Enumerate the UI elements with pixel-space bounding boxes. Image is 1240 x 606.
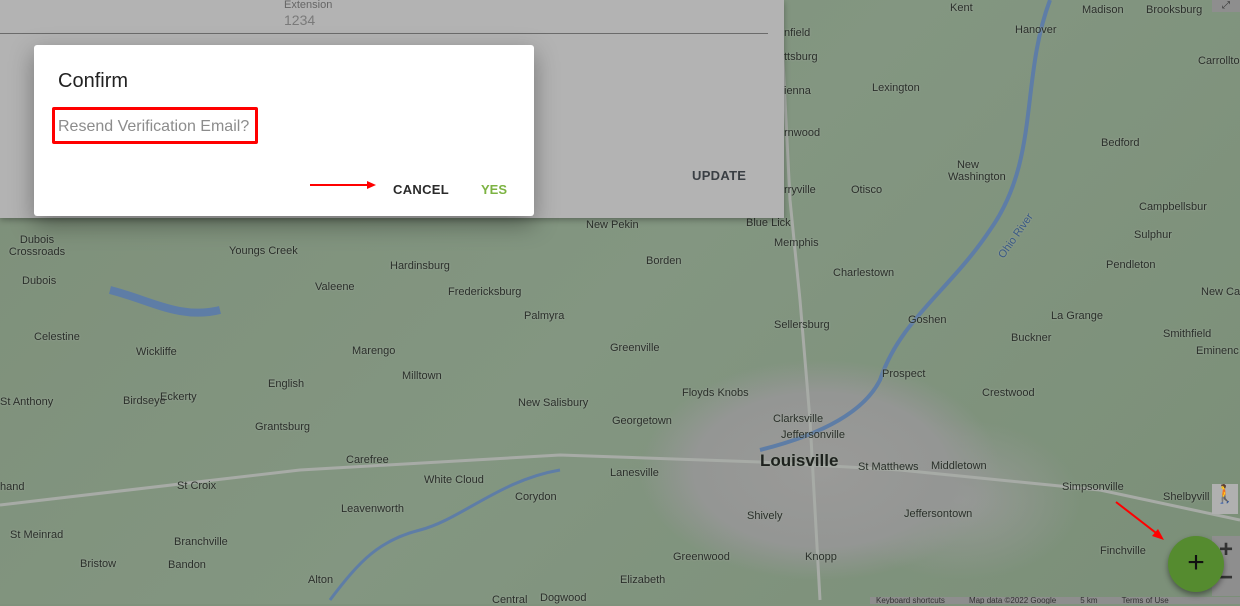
map-label: rnwood <box>784 127 821 139</box>
map-label: Marengo <box>352 345 396 357</box>
map-label: Eckerty <box>160 391 197 403</box>
map-label: Carefree <box>346 454 389 466</box>
map-label: Knopp <box>805 551 837 563</box>
map-data-attribution: Map data ©2022 Google <box>968 597 1057 604</box>
dialog-message: Resend Verification Email? <box>58 118 250 135</box>
map-label: Buckner <box>1011 332 1052 344</box>
map-label: Jeffersontown <box>904 508 973 520</box>
confirm-dialog: Confirm Resend Verification Email? CANCE… <box>34 45 534 216</box>
map-label: Lexington <box>872 82 920 94</box>
map-label: English <box>268 378 305 390</box>
map-label: rryville <box>784 184 816 196</box>
field-underline <box>0 33 768 34</box>
map-label: Kent <box>950 2 973 14</box>
map-scale[interactable]: 5 km <box>1080 597 1097 604</box>
map-label: Memphis <box>774 237 819 249</box>
map-label: Valeene <box>315 281 355 293</box>
yes-button[interactable]: YES <box>481 182 507 197</box>
map-label: Dubois Crossroads <box>8 234 66 258</box>
cancel-button[interactable]: CANCEL <box>393 182 449 197</box>
map-label: Sulphur <box>1134 229 1172 241</box>
map-label: Central <box>492 594 528 606</box>
map-label: Youngs Creek <box>229 245 298 257</box>
map-label: ttsburg <box>784 51 818 63</box>
fullscreen-button[interactable]: ⤢ <box>1212 0 1240 12</box>
map-label: Carrollto <box>1198 55 1240 67</box>
map-label: nfield <box>784 27 811 39</box>
map-label: Celestine <box>34 331 80 343</box>
map-label: Fredericksburg <box>448 286 522 298</box>
map-label: White Cloud <box>424 474 484 486</box>
map-label: Shively <box>747 510 783 522</box>
map-label: St Matthews <box>858 461 919 473</box>
map-label: Sellersburg <box>774 319 830 331</box>
map-label: St Meinrad <box>10 529 64 541</box>
map-label: Lanesville <box>610 467 659 479</box>
map-label: Palmyra <box>524 310 565 322</box>
map-label: Pendleton <box>1106 259 1156 271</box>
map-label: Bandon <box>168 559 206 571</box>
map-label: Floyds Knobs <box>682 387 749 399</box>
map-label: Hardinsburg <box>390 260 450 272</box>
map-label: Leavenworth <box>341 503 404 515</box>
map-label: Charlestown <box>833 267 895 279</box>
map-label: Brooksburg <box>1146 4 1203 16</box>
map-label: Greenwood <box>673 551 730 563</box>
annotation-arrow <box>1115 501 1164 540</box>
map-label: Bristow <box>80 558 117 570</box>
map-label: Blue Lick <box>746 217 791 229</box>
map-label: Simpsonville <box>1062 481 1124 493</box>
map-label: Prospect <box>882 368 926 380</box>
map-label: Branchville <box>174 536 228 548</box>
map-label: New Washington <box>948 159 1006 183</box>
map-footer: Keyboard shortcuts Map data ©2022 Google… <box>870 597 1240 604</box>
map-label: Smithfield <box>1163 328 1212 340</box>
street-view-pegman-icon[interactable]: 🚶 <box>1212 484 1238 514</box>
map-label: New Salisbury <box>518 397 589 409</box>
map-label: Milltown <box>402 370 442 382</box>
map-label: St Anthony <box>0 396 54 408</box>
annotation-arrow <box>310 181 376 189</box>
map-label: New Ca <box>1201 286 1240 298</box>
keyboard-shortcuts-link[interactable]: Keyboard shortcuts <box>876 597 945 604</box>
map-label: Jeffersonville <box>781 429 845 441</box>
add-button[interactable]: + <box>1168 536 1224 592</box>
map-label: Goshen <box>908 314 947 326</box>
extension-label: Extension <box>284 0 333 11</box>
map-label: Wickliffe <box>136 346 177 358</box>
extension-field[interactable]: 1234 <box>284 12 315 28</box>
map-label: Madison <box>1082 4 1124 16</box>
map-label: Greenville <box>610 342 660 354</box>
map-label: Corydon <box>515 491 557 503</box>
map-label: hand <box>0 481 25 493</box>
map-label: Crestwood <box>982 387 1035 399</box>
map-label: St Croix <box>177 480 217 492</box>
map-label: Grantsburg <box>255 421 311 433</box>
map-label: Bedford <box>1101 137 1140 149</box>
map-label: ienna <box>784 85 811 97</box>
map-label: Hanover <box>1015 24 1057 36</box>
map-label: Dubois <box>22 275 57 287</box>
update-button[interactable]: UPDATE <box>692 168 746 183</box>
map-label: Elizabeth <box>620 574 666 586</box>
map-label: Louisville <box>760 451 839 470</box>
map-label: Campbellsbur <box>1139 201 1207 213</box>
map-label: Eminenc <box>1196 345 1239 357</box>
map-label: Dogwood <box>540 592 587 604</box>
map-label: La Grange <box>1051 310 1103 322</box>
map-label: New Pekin <box>586 219 639 231</box>
map-label: Otisco <box>851 184 883 196</box>
plus-icon: + <box>1187 546 1205 579</box>
terms-of-use-link[interactable]: Terms of Use <box>1122 597 1169 604</box>
dialog-title: Confirm <box>58 70 129 92</box>
map-label: Georgetown <box>612 415 672 427</box>
map-label: Alton <box>308 574 334 586</box>
map-label: Middletown <box>931 460 987 472</box>
map-label: Borden <box>646 255 682 267</box>
map-label: Clarksville <box>773 413 824 425</box>
